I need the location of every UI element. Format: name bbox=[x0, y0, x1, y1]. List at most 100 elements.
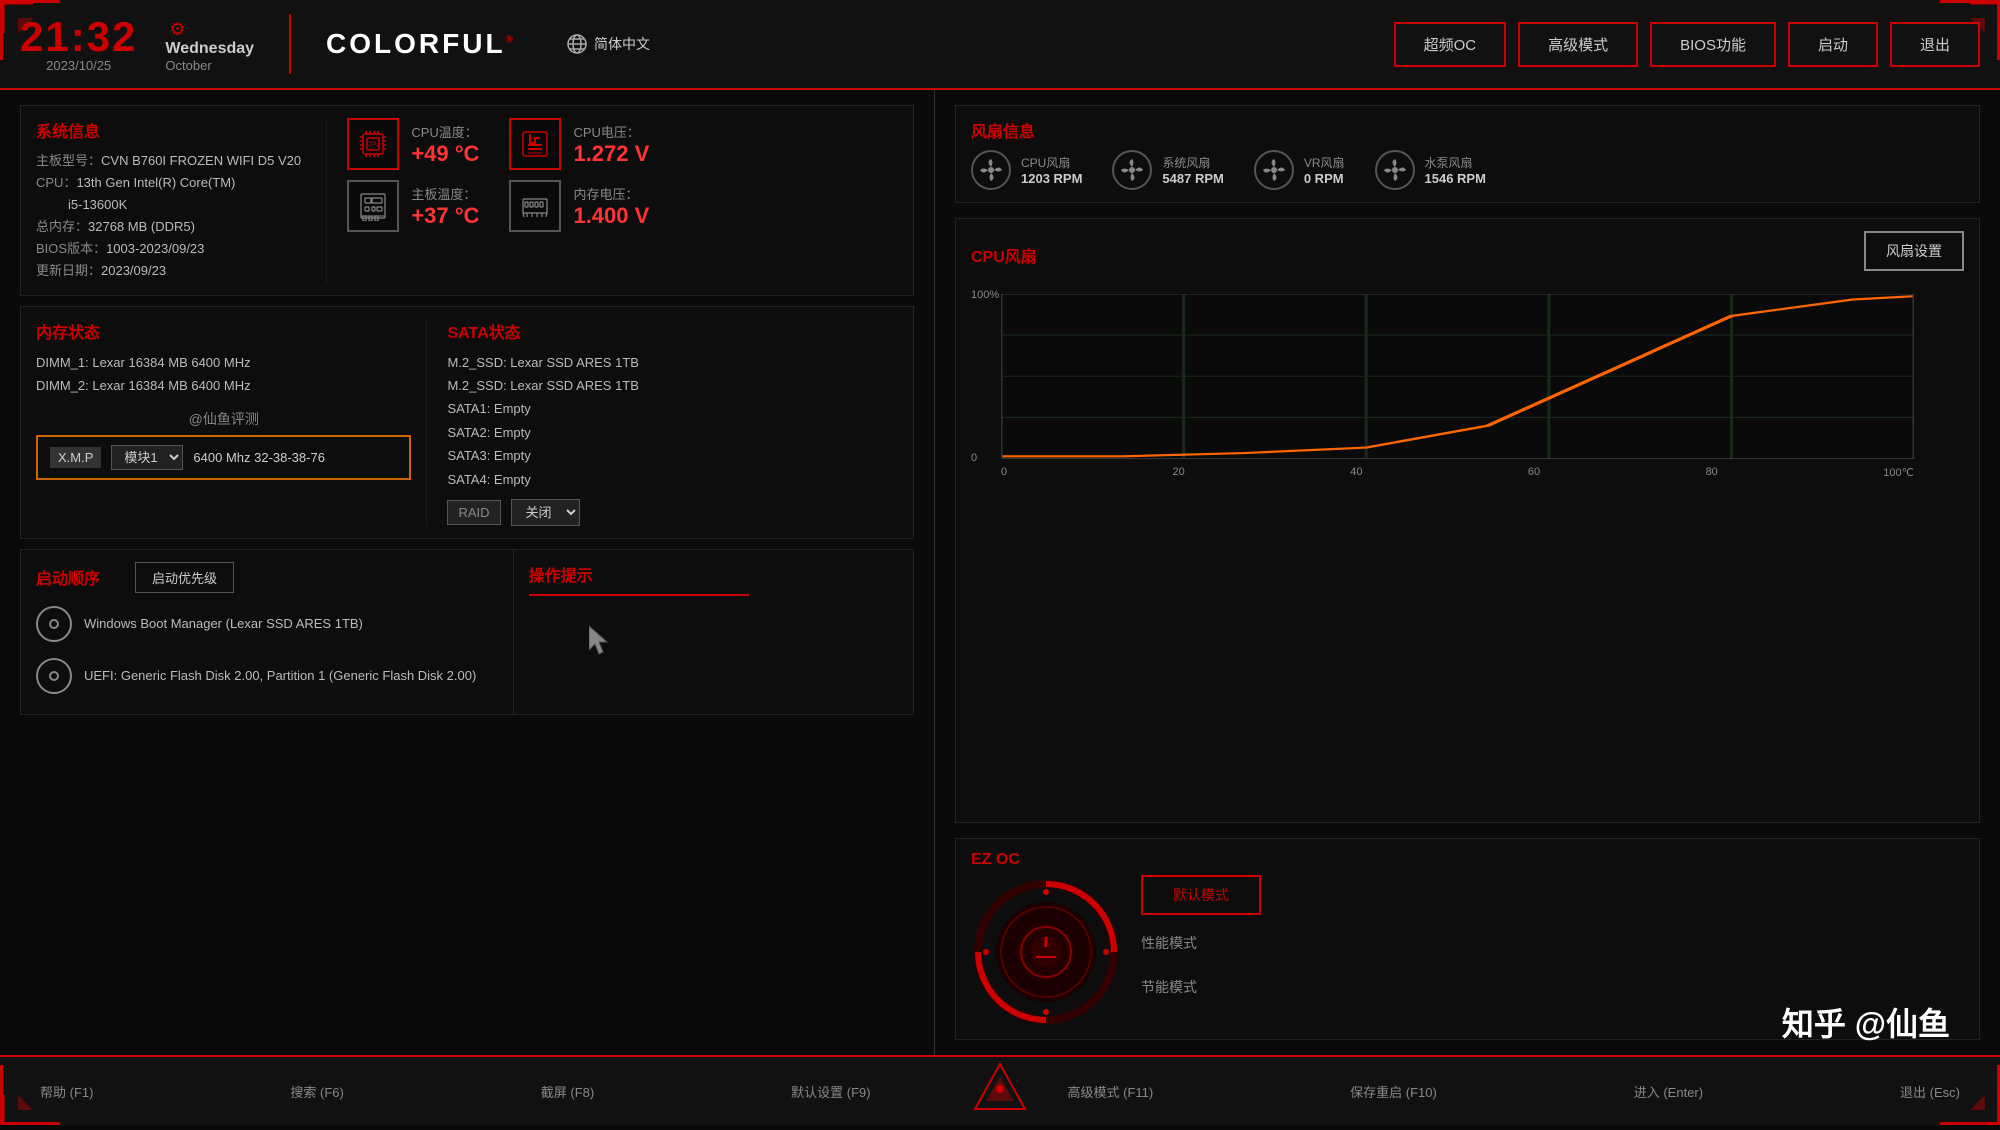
fan-blade-svg-2 bbox=[1261, 157, 1287, 183]
corner-decoration-tr bbox=[1940, 0, 2000, 60]
raid-select[interactable]: 关闭 bbox=[511, 499, 580, 526]
xmp-label: X.M.P bbox=[50, 447, 101, 468]
footer-item-5[interactable]: 保存重启 (F10) bbox=[1350, 1082, 1437, 1101]
footer-key-4: 高级模式 (F11) bbox=[1068, 1082, 1154, 1101]
cpu-temp-label: CPU温度： bbox=[411, 122, 479, 141]
footer-key-5: 保存重启 (F10) bbox=[1350, 1082, 1437, 1101]
sata-title: SATA状态 bbox=[447, 319, 898, 343]
footer-key-2: 截屏 (F8) bbox=[541, 1082, 594, 1101]
overclocking-btn[interactable]: 超频OC bbox=[1394, 22, 1507, 67]
header-day: ⚙ Wednesday October bbox=[165, 15, 254, 73]
cpu-temp-value: +49 °C bbox=[411, 141, 479, 167]
cpu-voltage-label: CPU电压： bbox=[573, 122, 649, 141]
ops-divider bbox=[529, 594, 749, 596]
cpu-fan-title: CPU风扇 bbox=[971, 243, 1037, 267]
brand-logo: COLORFUL® bbox=[326, 28, 516, 60]
cursor-area bbox=[589, 626, 898, 661]
fan-info-section: 风扇信息 CPU风扇 1203 R bbox=[955, 105, 1980, 203]
fan-item-0: CPU风扇 1203 RPM bbox=[971, 150, 1082, 190]
zhihu-watermark: 知乎 @仙鱼 bbox=[1782, 999, 1950, 1045]
footer-item-6[interactable]: 进入 (Enter) bbox=[1634, 1082, 1703, 1101]
sata-item-2: SATA1: Empty bbox=[447, 397, 898, 420]
memory-sata-section: 内存状态 DIMM_1: Lexar 16384 MB 6400 MHz DIM… bbox=[20, 306, 914, 539]
mb-svg bbox=[358, 191, 388, 221]
main-content: 系统信息 主板型号：CVN B760I FROZEN WIFI D5 V20 C… bbox=[0, 90, 2000, 1055]
cpu-voltage-info: CPU电压： 1.272 V bbox=[573, 122, 649, 167]
cpu-temp-item: CPU CPU温度： +49 °C bbox=[347, 118, 479, 170]
dimm2-row: DIMM_2: Lexar 16384 MB 6400 MHz bbox=[36, 374, 411, 397]
boot-item-0: Windows Boot Manager (Lexar SSD ARES 1TB… bbox=[36, 598, 498, 650]
fan-item-2: VR风扇 0 RPM bbox=[1254, 150, 1345, 190]
fan-item-1: 系统风扇 5487 RPM bbox=[1112, 150, 1223, 190]
boot-priority-btn[interactable]: 启动优先级 bbox=[135, 562, 234, 593]
footer-item-2[interactable]: 截屏 (F8) bbox=[541, 1082, 594, 1101]
fan-name-1: 系统风扇 bbox=[1162, 154, 1223, 171]
ez-oc-right: 默认模式 性能模式 节能模式 bbox=[1141, 875, 1261, 1003]
footer-item-4[interactable]: 高级模式 (F11) bbox=[1068, 1082, 1154, 1101]
footer-key-1: 搜索 (F6) bbox=[290, 1082, 343, 1101]
memory-title: 内存状态 bbox=[36, 319, 411, 343]
advanced-mode-btn[interactable]: 高级模式 bbox=[1518, 22, 1638, 67]
ez-oc-left: EZ OC bbox=[971, 851, 1121, 1027]
header-buttons: 超频OC 高级模式 BIOS功能 启动 退出 bbox=[1394, 22, 1980, 67]
raid-label: RAID bbox=[447, 500, 500, 525]
temp-pair-1: CPU CPU温度： +49 °C bbox=[347, 118, 898, 170]
disk-icon-0 bbox=[36, 606, 72, 642]
fan-blade-svg-0 bbox=[978, 157, 1004, 183]
footer-item-3[interactable]: 默认设置 (F9) bbox=[791, 1082, 870, 1101]
fan-icon-2 bbox=[1254, 150, 1294, 190]
fan-blade-svg-1 bbox=[1119, 157, 1145, 183]
mb-temp-info: 主板温度： +37 °C bbox=[411, 184, 479, 229]
sata-section: SATA状态 M.2_SSD: Lexar SSD ARES 1TB M.2_S… bbox=[427, 319, 898, 526]
gear-icon: ⚙ bbox=[169, 19, 185, 40]
cursor-icon bbox=[589, 626, 614, 656]
xmp-module-select[interactable]: 模块1 bbox=[111, 445, 183, 470]
triangle-svg bbox=[970, 1059, 1030, 1119]
chart-y-bottom: 0 bbox=[971, 452, 977, 464]
fan-info-text-0: CPU风扇 1203 RPM bbox=[1021, 154, 1082, 186]
bios-function-btn[interactable]: BIOS功能 bbox=[1650, 22, 1776, 67]
fan-items-container: CPU风扇 1203 RPM bbox=[971, 150, 1964, 190]
mb-temp-item: 主板温度： +37 °C bbox=[347, 180, 479, 232]
sysinfo-row-3: BIOS版本：1003-2023/09/23 bbox=[36, 238, 311, 260]
system-info: 系统信息 主板型号：CVN B760I FROZEN WIFI D5 V20 C… bbox=[36, 118, 327, 283]
language-selector[interactable]: 简体中文 bbox=[566, 33, 650, 55]
cpu-temp-icon: CPU bbox=[347, 118, 399, 170]
raid-row: RAID 关闭 bbox=[447, 499, 898, 526]
xmp-freq-label: 6400 Mhz 32-38-38-76 bbox=[193, 450, 325, 465]
xmp-box: X.M.P 模块1 6400 Mhz 32-38-38-76 bbox=[36, 435, 411, 480]
center-triangle bbox=[970, 1059, 1030, 1124]
fan-rpm-3: 1546 RPM bbox=[1425, 171, 1486, 186]
chart-x-5: 100℃ bbox=[1883, 466, 1914, 479]
fan-info-text-2: VR风扇 0 RPM bbox=[1304, 154, 1345, 186]
fan-rpm-2: 0 RPM bbox=[1304, 171, 1345, 186]
disk-inner-0 bbox=[49, 619, 59, 629]
cpu-temp-info: CPU温度： +49 °C bbox=[411, 122, 479, 167]
chart-x-2: 40 bbox=[1350, 466, 1362, 479]
fan-icon-1 bbox=[1112, 150, 1152, 190]
ram-svg bbox=[520, 191, 550, 221]
fan-chart-container: 100% 0 bbox=[971, 289, 1964, 489]
chart-x-labels: 0 20 40 60 80 100℃ bbox=[1001, 466, 1914, 479]
system-info-title: 系统信息 bbox=[36, 118, 311, 142]
chart-x-1: 20 bbox=[1173, 466, 1185, 479]
boot-section: 启动顺序 启动优先级 Windows Boot Manager (Lexar S… bbox=[20, 549, 513, 715]
day-month: October bbox=[165, 58, 254, 73]
watermark-text: @仙鱼评测 bbox=[36, 409, 411, 429]
header-divider bbox=[289, 14, 291, 74]
boot-item-1: UEFI: Generic Flash Disk 2.00, Partition… bbox=[36, 650, 498, 702]
footer-item-1[interactable]: 搜索 (F6) bbox=[290, 1082, 343, 1101]
disk-inner-1 bbox=[49, 671, 59, 681]
chart-x-4: 80 bbox=[1706, 466, 1718, 479]
fan-chart-svg bbox=[1001, 294, 1914, 464]
perf-mode-label: 性能模式 bbox=[1141, 927, 1261, 959]
mb-temp-value: +37 °C bbox=[411, 203, 479, 229]
disk-icon-1 bbox=[36, 658, 72, 694]
boot-btn[interactable]: 启动 bbox=[1788, 22, 1878, 67]
fan-rpm-1: 5487 RPM bbox=[1162, 171, 1223, 186]
fan-setting-btn[interactable]: 风扇设置 bbox=[1864, 231, 1964, 271]
fan-name-0: CPU风扇 bbox=[1021, 154, 1082, 171]
default-mode-btn[interactable]: 默认模式 bbox=[1141, 875, 1261, 915]
footer: 帮助 (F1) 搜索 (F6) 截屏 (F8) 默认设置 (F9) 高级模式 (… bbox=[0, 1055, 2000, 1125]
oc-knob-container bbox=[971, 877, 1121, 1027]
